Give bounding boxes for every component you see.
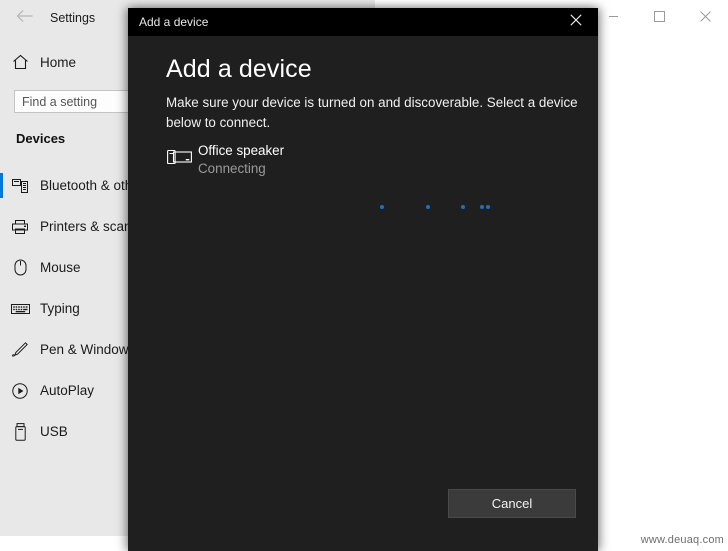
progress-dot (461, 205, 465, 209)
close-icon (699, 10, 711, 22)
close-button[interactable] (682, 0, 728, 32)
dialog-titlebar-title: Add a device (139, 15, 209, 29)
dialog-body: Add a device Make sure your device is tu… (128, 36, 598, 551)
cancel-button[interactable]: Cancel (448, 489, 576, 518)
dialog-footer: Cancel (128, 479, 598, 551)
add-device-dialog: Add a device Add a device Make sure your… (128, 8, 598, 551)
selection-indicator (0, 214, 3, 239)
device-status: Connecting (198, 161, 266, 176)
selection-indicator (0, 173, 3, 198)
selection-indicator (0, 419, 3, 444)
dialog-close-button[interactable] (554, 8, 598, 36)
dialog-description: Make sure your device is turned on and d… (166, 95, 578, 130)
device-speaker-icon (160, 142, 198, 167)
back-arrow-icon (16, 9, 34, 28)
sidebar-item-home-label: Home (40, 54, 77, 70)
progress-indicator (256, 202, 576, 212)
progress-dot (480, 205, 484, 209)
usb-icon (0, 422, 40, 441)
progress-dot (426, 205, 430, 209)
keyboard-icon (0, 302, 40, 315)
minimize-icon (608, 11, 619, 22)
sidebar-item-mouse-label: Mouse (40, 260, 81, 275)
watermark: www.deuaq.com (640, 534, 724, 546)
device-name: Office speaker (198, 143, 285, 158)
close-icon (570, 13, 582, 31)
mouse-icon (0, 259, 40, 276)
autoplay-icon (0, 382, 40, 400)
home-icon (0, 54, 40, 70)
progress-dot (486, 205, 490, 209)
device-list-item[interactable]: Office speaker Connecting (160, 142, 560, 184)
selection-indicator (0, 378, 3, 403)
pen-icon (0, 341, 40, 358)
maximize-button[interactable] (636, 0, 682, 32)
sidebar-item-autoplay-label: AutoPlay (40, 383, 95, 398)
sidebar-item-usb-label: USB (40, 424, 68, 439)
selection-indicator (0, 337, 3, 362)
sidebar-section-header: Devices (16, 131, 66, 146)
page-title: Settings (50, 11, 96, 25)
back-button[interactable] (8, 3, 42, 33)
progress-dot (380, 205, 384, 209)
dialog-titlebar: Add a device (128, 8, 598, 36)
selection-indicator (0, 296, 3, 321)
bluetooth-devices-icon (0, 178, 40, 194)
window-controls (590, 0, 728, 32)
printer-icon (0, 219, 40, 235)
device-text-group: Office speaker Connecting (198, 142, 284, 178)
selection-indicator (0, 255, 3, 280)
sidebar-item-typing-label: Typing (40, 301, 80, 316)
dialog-heading: Add a device (166, 55, 312, 83)
maximize-icon (653, 10, 665, 22)
